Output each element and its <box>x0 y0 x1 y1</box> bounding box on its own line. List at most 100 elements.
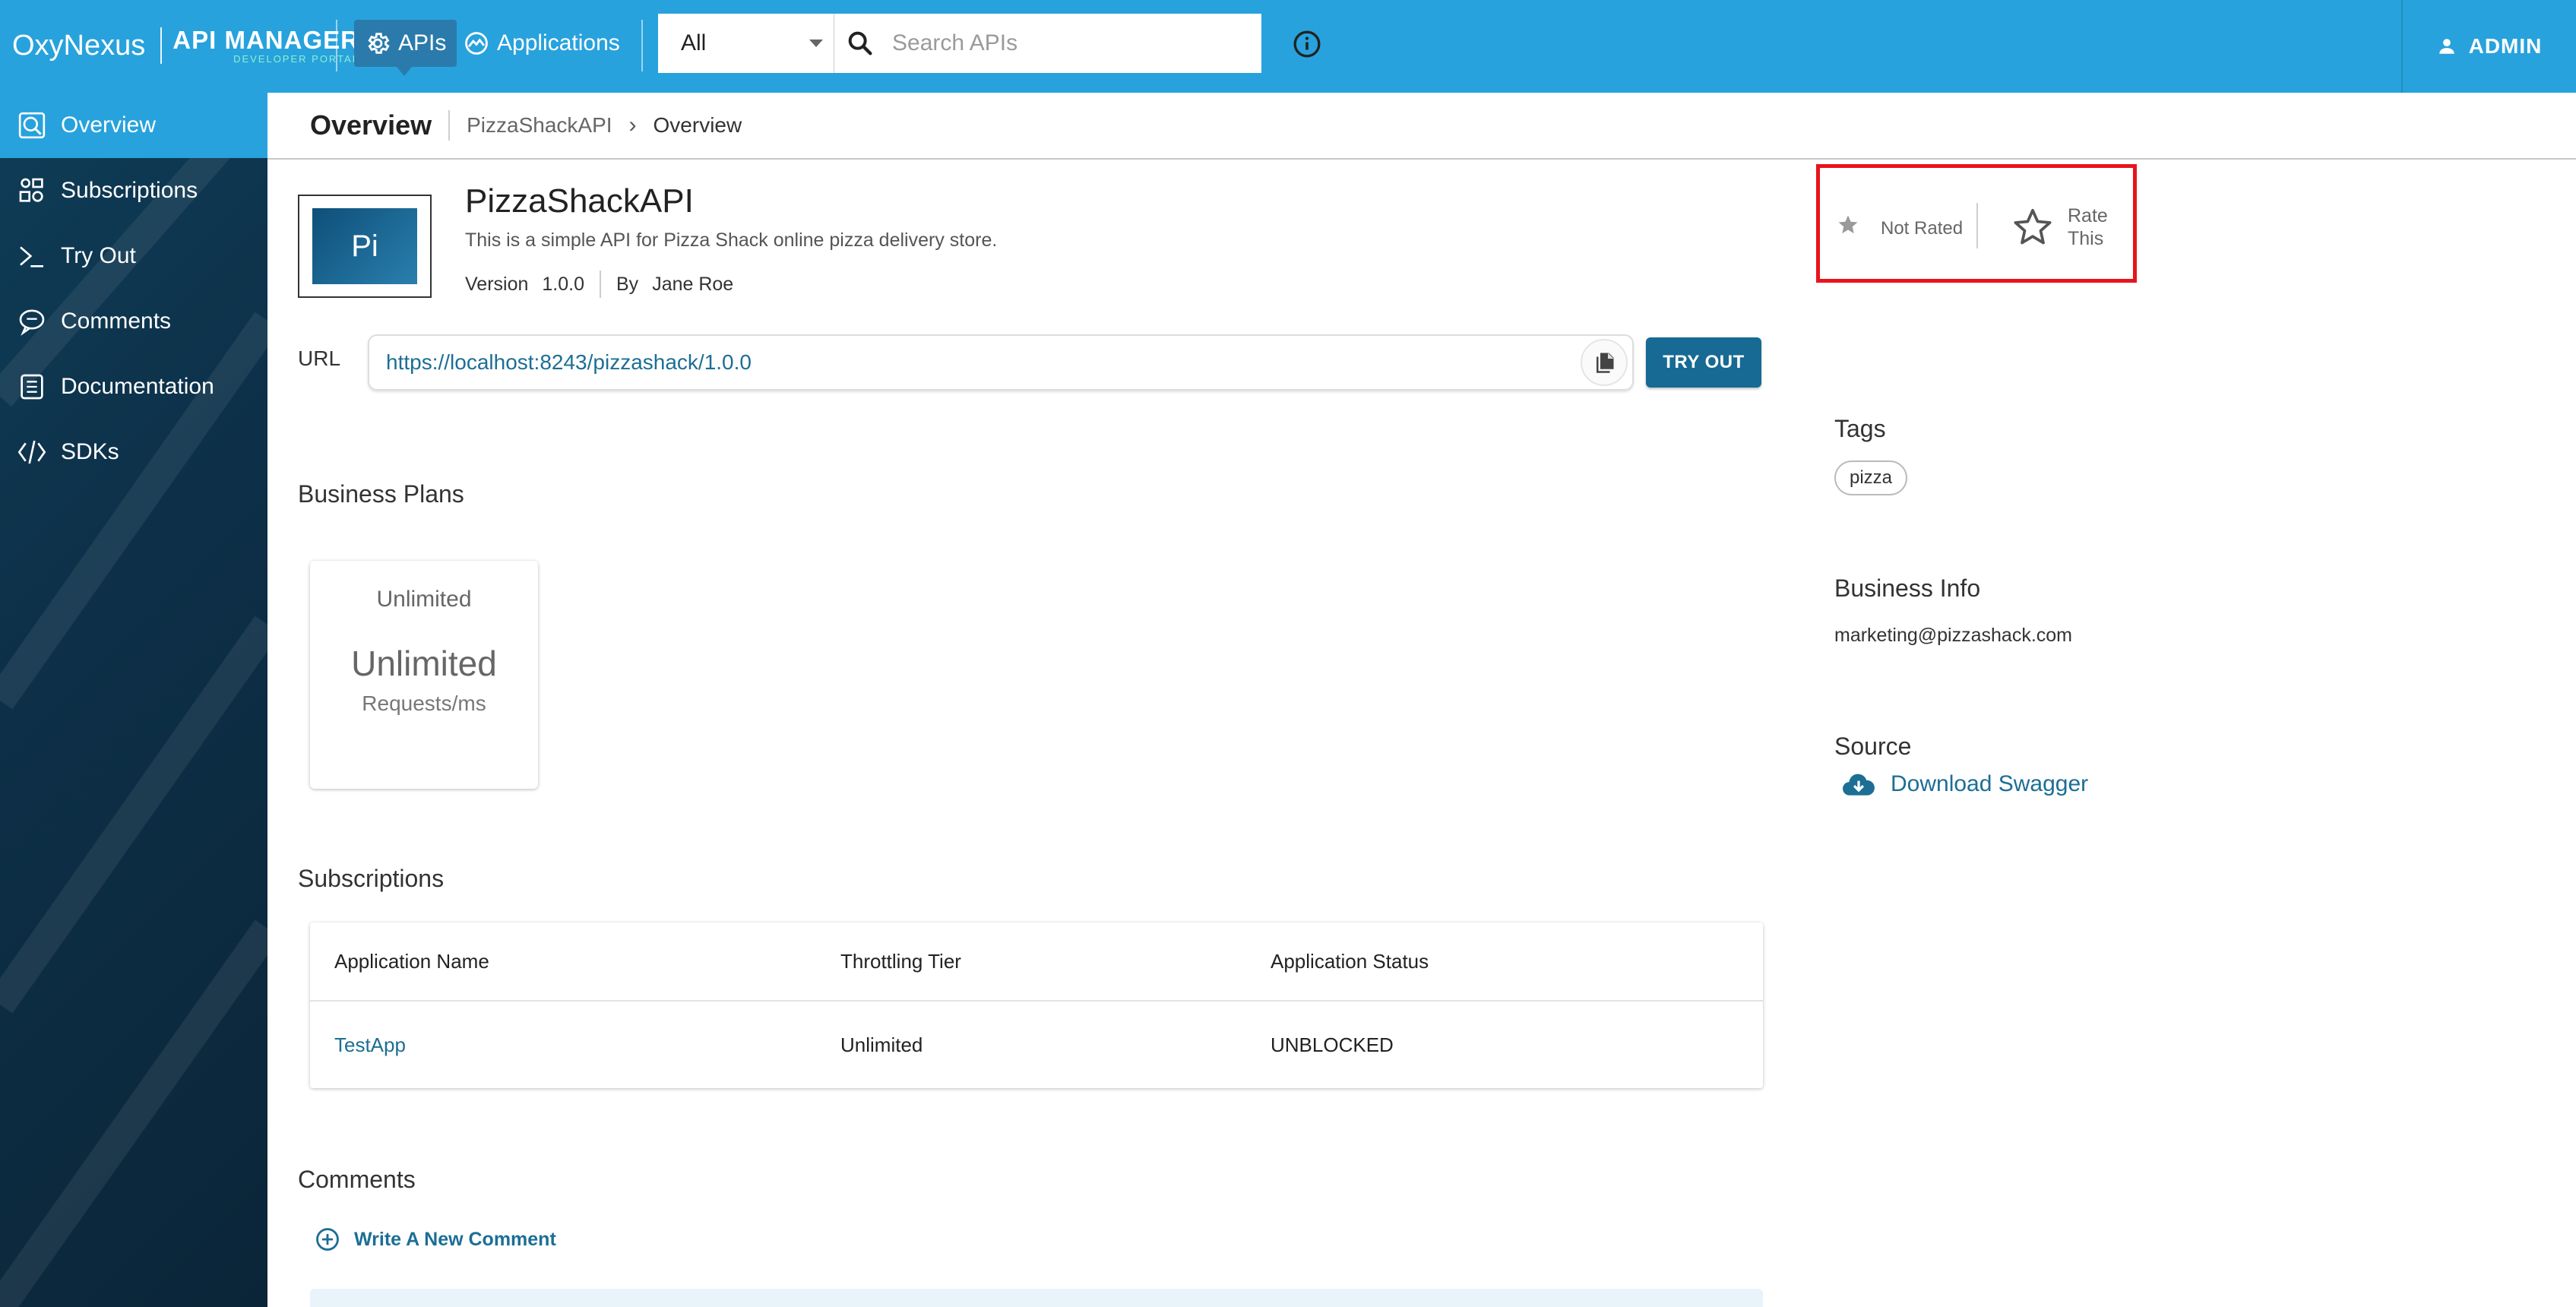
comment-panel <box>310 1289 1763 1307</box>
sidebar-item-subscriptions[interactable]: Subscriptions <box>0 158 267 223</box>
sidebar-item-label: Try Out <box>61 243 136 268</box>
subscriptions-table: Application Name Throttling Tier Applica… <box>310 922 1763 1088</box>
rate-this-button[interactable]: Rate This <box>2068 204 2121 250</box>
plan-card: Unlimited Unlimited Requests/ms <box>310 561 538 789</box>
plan-unit: Requests/ms <box>362 691 486 715</box>
sidebar-item-label: Documentation <box>61 374 214 399</box>
plan-quota: Unlimited <box>351 644 497 683</box>
brand-logo[interactable]: OxyNexus API MANAGER DEVELOPER PORTAL <box>12 23 359 68</box>
product-logo: API MANAGER DEVELOPER PORTAL <box>172 27 359 64</box>
meta-divider <box>600 271 601 298</box>
breadcrumb-api-link[interactable]: PizzaShackAPI <box>467 113 612 138</box>
nav-apis-button[interactable]: APIs <box>354 20 457 67</box>
user-menu[interactable]: ADMIN <box>2401 0 2576 93</box>
sidebar-item-label: Comments <box>61 309 172 334</box>
rating-star-icon <box>1838 215 1858 234</box>
rating-panel: Not Rated Rate This <box>1816 164 2137 283</box>
nav-applications-label: Applications <box>497 30 620 55</box>
chevron-down-icon <box>809 40 823 47</box>
source-heading: Source <box>1834 733 1912 760</box>
gear-icon <box>368 33 390 54</box>
copy-icon <box>1597 353 1614 373</box>
sidebar-item-label: Overview <box>61 112 157 138</box>
overview-icon <box>18 112 46 139</box>
throttling-tier: Unlimited <box>840 1033 923 1056</box>
author-value: Jane Roe <box>652 273 734 295</box>
terminal-icon <box>20 246 43 267</box>
brand-divider <box>160 27 163 64</box>
business-email: marketing@pizzashack.com <box>1834 625 2072 646</box>
chevron-right-icon: › <box>628 112 637 138</box>
comments-icon <box>19 309 45 336</box>
api-thumbnail-text: Pi <box>351 229 378 263</box>
nav-applications-button[interactable]: Applications <box>453 20 631 67</box>
search-scope-value: All <box>681 30 707 55</box>
version-label: Version <box>465 273 529 295</box>
api-name: PizzaShackAPI <box>465 182 694 220</box>
author-label: By <box>616 273 639 295</box>
sidebar-item-documentation[interactable]: Documentation <box>0 354 267 419</box>
api-meta: Version 1.0.0 By Jane Roe <box>465 271 733 298</box>
column-header: Throttling Tier <box>840 950 961 973</box>
application-link[interactable]: TestApp <box>334 1033 406 1057</box>
top-bar: OxyNexus API MANAGER DEVELOPER PORTAL AP… <box>0 0 2576 93</box>
sidebar-item-label: SDKs <box>61 439 119 464</box>
breadcrumb-divider <box>448 110 451 141</box>
active-nav-indicator <box>397 67 412 76</box>
api-thumbnail-image: Pi <box>312 208 417 284</box>
search-icon <box>848 31 872 55</box>
business-plans-heading: Business Plans <box>298 480 464 508</box>
breadcrumb: Overview PizzaShackAPI › Overview <box>267 93 2576 160</box>
product-subtitle: DEVELOPER PORTAL <box>233 53 359 65</box>
business-info-heading: Business Info <box>1834 574 1981 602</box>
subscriptions-icon <box>19 178 43 202</box>
subscriptions-heading: Subscriptions <box>298 865 445 892</box>
nav-divider <box>336 20 337 71</box>
breadcrumb-current: Overview <box>653 113 742 137</box>
column-header: Application Status <box>1271 950 1429 973</box>
sidebar-item-label: Subscriptions <box>61 178 198 203</box>
sidebar-item-try-out[interactable]: Try Out <box>0 223 267 289</box>
api-description: This is a simple API for Pizza Shack onl… <box>465 229 998 251</box>
comments-heading: Comments <box>298 1166 416 1193</box>
write-comment-button[interactable]: Write A New Comment <box>315 1226 556 1252</box>
download-swagger-label: Download Swagger <box>1891 771 2089 796</box>
user-name: ADMIN <box>2468 34 2543 58</box>
api-thumbnail: Pi <box>298 195 432 298</box>
code-icon <box>17 440 46 464</box>
add-circle-icon <box>316 1228 339 1251</box>
product-title: API MANAGER <box>172 26 359 54</box>
sidebar-item-comments[interactable]: Comments <box>0 289 267 354</box>
rating-status: Not Rated <box>1881 218 1964 239</box>
copy-url-button[interactable] <box>1581 339 1628 386</box>
documentation-icon <box>21 374 43 400</box>
brand-name: OxyNexus <box>12 29 146 62</box>
application-status: UNBLOCKED <box>1271 1033 1394 1056</box>
download-swagger-link[interactable]: Download Swagger <box>1842 771 2088 798</box>
cloud-download-icon <box>1843 774 1875 796</box>
nav-divider <box>641 20 643 71</box>
search-bar <box>834 14 1261 73</box>
applications-icon <box>465 32 488 55</box>
nav-apis-label: APIs <box>398 30 447 55</box>
try-out-button[interactable]: TRY OUT <box>1646 337 1761 388</box>
sidebar: Overview Subscriptions Try Out Comments … <box>0 93 267 1307</box>
user-icon <box>2438 39 2454 54</box>
url-field: https://localhost:8243/pizzashack/1.0.0 <box>368 334 1634 391</box>
rating-divider <box>1976 203 1978 248</box>
sidebar-item-overview[interactable]: Overview <box>0 93 267 158</box>
tag-chip[interactable]: pizza <box>1834 460 1908 495</box>
column-header: Application Name <box>334 950 489 973</box>
write-comment-label: Write A New Comment <box>354 1228 556 1250</box>
table-header-row: Application Name Throttling Tier Applica… <box>310 922 1763 1002</box>
page-title: Overview <box>310 109 432 141</box>
api-url[interactable]: https://localhost:8243/pizzashack/1.0.0 <box>386 350 752 375</box>
star-outline-icon[interactable] <box>2011 206 2054 248</box>
sidebar-item-sdks[interactable]: SDKs <box>0 419 267 485</box>
info-icon[interactable] <box>1292 29 1322 59</box>
search-input[interactable] <box>892 30 1226 56</box>
plan-name: Unlimited <box>376 587 472 612</box>
url-label: URL <box>298 347 341 370</box>
search-scope-select[interactable]: All <box>658 14 834 73</box>
version-value: 1.0.0 <box>542 273 584 295</box>
